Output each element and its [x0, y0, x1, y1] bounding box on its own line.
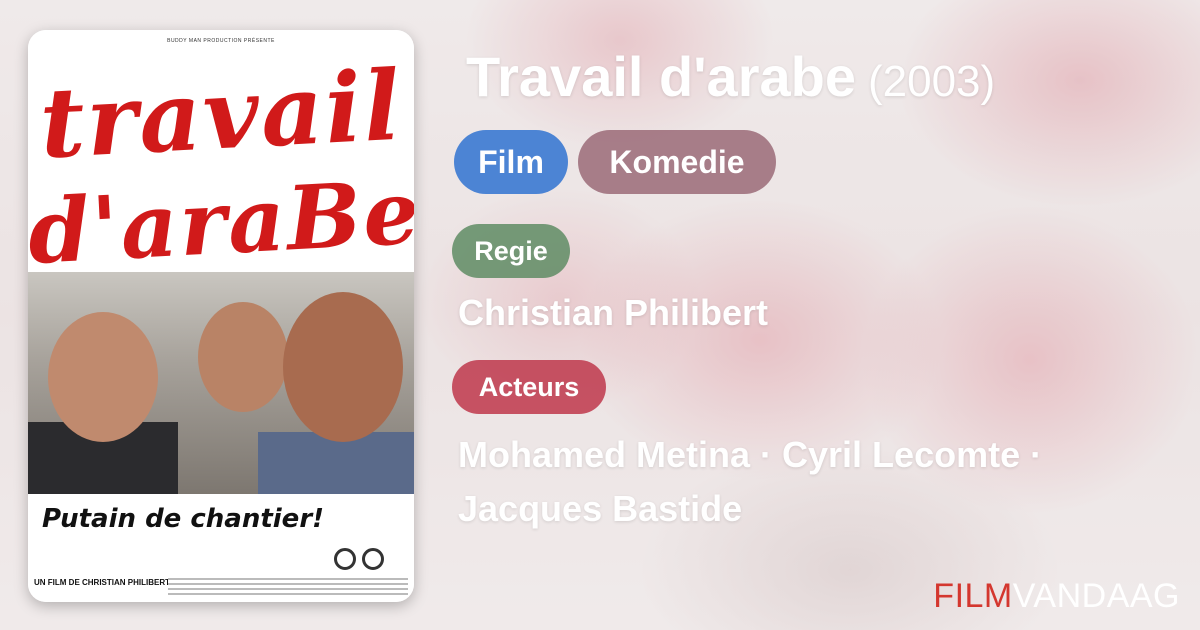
actor-face	[198, 302, 288, 412]
poster-title-line2: d'araBe	[28, 159, 414, 285]
poster-tagline: Putain de chantier!	[41, 504, 324, 534]
director-label: Regie	[452, 224, 570, 278]
poster-title-area: BUDDY MAN PRODUCTION PRÉSENTE travail d'…	[28, 30, 414, 284]
movie-poster: BUDDY MAN PRODUCTION PRÉSENTE travail d'…	[28, 30, 414, 602]
director-name: Christian Philibert	[458, 292, 769, 333]
poster-title-line1: travail	[37, 48, 405, 181]
brand-logo: FILMVANDAAG	[933, 577, 1180, 616]
poster-director-credit: UN FILM DE CHRISTIAN PHILIBERT	[34, 578, 170, 587]
actors-list: Mohamed Metina · Cyril Lecomte · Jacques…	[458, 434, 1043, 529]
movie-heading: Travail d'arabe (2003)	[466, 44, 995, 109]
actors-label: Acteurs	[452, 360, 606, 414]
type-badge: Film	[454, 130, 568, 194]
movie-title: Travail d'arabe	[466, 45, 856, 108]
brand-logo-part2: VANDAAG	[1012, 577, 1180, 615]
actor-face	[48, 312, 158, 442]
movie-year: (2003)	[867, 57, 996, 106]
scooter-icon	[334, 544, 384, 570]
poster-credit-block	[168, 578, 408, 596]
brand-logo-part1: FILM	[933, 577, 1013, 615]
genre-badge: Komedie	[578, 130, 776, 194]
poster-bottom-area: Putain de chantier! UN FILM DE CHRISTIAN…	[28, 494, 414, 602]
poster-top-credit: BUDDY MAN PRODUCTION PRÉSENTE	[167, 38, 275, 44]
poster-photo	[28, 272, 414, 494]
actor-face	[283, 292, 403, 442]
